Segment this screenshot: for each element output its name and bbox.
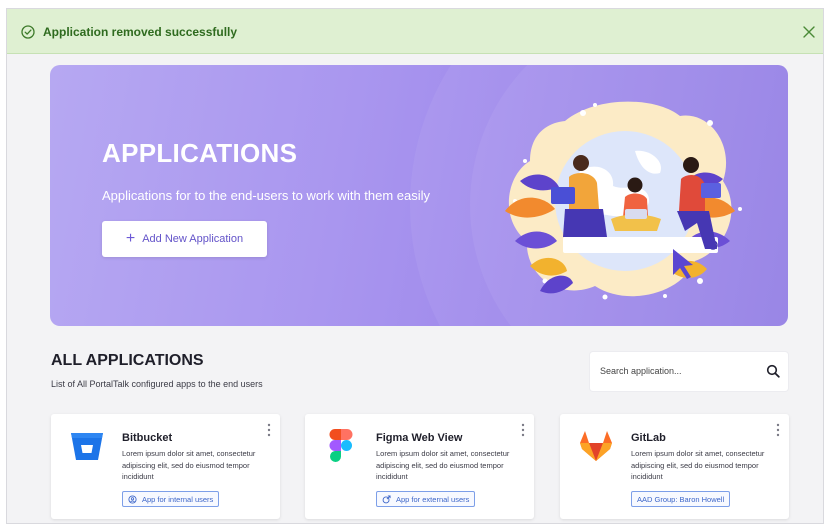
figma-logo-icon (329, 429, 353, 462)
page-title: APPLICATIONS (102, 138, 298, 168)
hero-banner: APPLICATIONS Applications for to the end… (50, 65, 788, 326)
app-tag-label: AAD Group: Baron Howell (637, 494, 725, 504)
app-name: GitLab (631, 432, 666, 444)
page-subtitle: Applications for to the end-users to wor… (102, 188, 431, 203)
check-circle-icon (21, 25, 35, 39)
app-tag-label: App for internal users (142, 494, 214, 504)
app-name: Figma Web View (376, 432, 463, 444)
app-description: Lorem ipsum dolor sit amet, consectetur … (122, 449, 256, 481)
success-toast: Application removed successfully (7, 9, 823, 54)
close-icon[interactable] (801, 24, 817, 40)
more-options-icon[interactable] (518, 422, 528, 438)
hero-illustration (505, 101, 742, 300)
add-new-application-label: Add New Application (142, 233, 244, 245)
app-tag-label: App for external users (396, 494, 470, 504)
app-tag: AAD Group: Baron Howell (631, 491, 731, 507)
bitbucket-logo-icon (71, 433, 103, 460)
app-card-figma-web-view[interactable]: Figma Web View Lorem ipsum dolor sit ame… (305, 414, 534, 519)
section-title: ALL APPLICATIONS (51, 352, 204, 369)
gitlab-logo-icon (580, 431, 612, 461)
app-tag: App for internal users (122, 491, 220, 507)
external-link-icon (382, 494, 391, 503)
more-options-icon[interactable] (773, 422, 783, 438)
search-input[interactable] (600, 362, 750, 380)
toast-message: Application removed successfully (43, 25, 238, 39)
section-subtitle: List of All PortalTalk configured apps t… (51, 379, 263, 389)
search-box (590, 352, 788, 391)
app-name: Bitbucket (122, 432, 173, 444)
app-description: Lorem ipsum dolor sit amet, consectetur … (631, 449, 765, 481)
app-frame: Application removed successfully APPLICA… (6, 8, 824, 524)
add-new-application-button[interactable]: + Add New Application (102, 221, 267, 257)
app-tag: App for external users (376, 491, 476, 507)
more-options-icon[interactable] (264, 422, 274, 438)
search-icon[interactable] (766, 364, 780, 378)
app-description: Lorem ipsum dolor sit amet, consectetur … (376, 449, 510, 481)
internal-users-icon (128, 494, 137, 504)
plus-icon: + (125, 230, 136, 247)
app-card-bitbucket[interactable]: Bitbucket Lorem ipsum dolor sit amet, co… (51, 414, 280, 519)
app-card-gitlab[interactable]: GitLab Lorem ipsum dolor sit amet, conse… (560, 414, 789, 519)
